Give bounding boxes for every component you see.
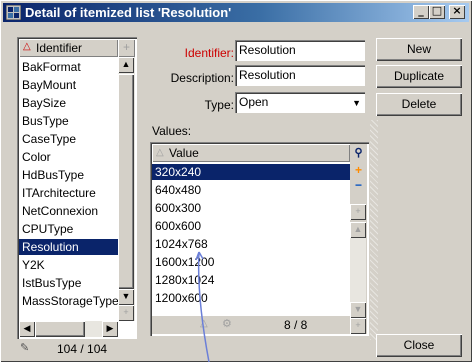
hatched-margin [370,120,378,340]
scroll-thumb[interactable] [118,74,134,289]
title-bar[interactable]: Detail of itemized list 'Resolution' _ □… [3,3,469,22]
values-scroll-down-icon[interactable]: ▼ [350,302,366,318]
values-status-bar: △ ⚙ 8 / 8 [152,316,350,334]
values-scroll-add-icon[interactable]: + [350,204,366,220]
identifier-list[interactable]: △ Identifier + BakFormat BayMount BaySize B… [17,37,137,339]
scroll-down-icon[interactable]: ▼ [118,289,134,305]
identifier-list-item[interactable]: Resolution [19,239,118,255]
identifier-list-item[interactable]: BusType [19,113,118,129]
value-list-item[interactable]: 1024x768 [152,236,350,252]
identifier-label: Identifier: [184,46,234,60]
description-label: Description: [170,71,234,85]
identifier-list-item[interactable]: Color [19,149,118,165]
remove-value-icon[interactable]: − [352,179,365,192]
values-counter: 8 / 8 [284,318,308,332]
values-scroll-up-icon[interactable]: ▲ [350,222,366,238]
close-button[interactable]: Close [376,334,462,357]
record-icon: ✎ [20,342,30,354]
type-select-value: Open [239,95,269,109]
scroll-up-icon[interactable]: ▲ [118,57,134,73]
identifier-hscrollbar[interactable]: ◀ ▶ [19,321,118,337]
identifier-list-item[interactable]: CPUType [19,221,118,237]
values-side-toolbar: ⚲ + − + ▲ ▼ + [350,144,367,334]
value-list-item[interactable]: 1280x1024 [152,272,350,288]
close-button-label: Close [403,338,435,352]
sort-indicator-icon: △ [23,41,31,52]
identifier-list-item[interactable]: BaySize [19,95,118,111]
identifier-field-value: Resolution [239,43,296,57]
scroll-right-icon[interactable]: ▶ [102,321,118,337]
value-list-item[interactable]: 600x600 [152,218,350,234]
annotation-arrow-icon [195,251,210,363]
value-list-item[interactable]: 320x240 [152,164,350,180]
type-label: Type: [204,98,234,112]
identifier-list-item[interactable]: IstBusType [19,275,118,291]
delete-button-label: Delete [401,97,437,111]
minimize-button[interactable]: _ [413,5,429,19]
identifier-header-label: Identifier [36,41,83,55]
values-label: Values: [152,124,192,138]
values-scroll-track[interactable] [350,238,366,302]
identifier-scrollbar[interactable]: ▲ ▼ + [118,57,135,321]
add-identifier-button[interactable]: + [118,39,135,57]
chevron-down-icon[interactable]: ▼ [352,95,361,112]
identifier-list-item[interactable]: BayMount [19,77,118,93]
delete-button[interactable]: Delete [376,93,462,116]
detail-window: Detail of itemized list 'Resolution' _ □… [0,0,472,363]
values-list[interactable]: △ Value 320x240 640x480 600x300 600x600 1024… [150,142,369,336]
sort-indicator-icon: △ [156,147,164,158]
identifier-column-header[interactable]: △ Identifier [19,39,118,57]
identifier-list-item[interactable]: HdBusType [19,167,118,183]
scroll-add-icon[interactable]: + [118,305,134,321]
identifier-status-bar: ✎ 104 / 104 [17,340,137,357]
identifier-list-item[interactable]: BakFormat [19,59,118,75]
value-list-item[interactable]: 640x480 [152,182,350,198]
duplicate-button[interactable]: Duplicate [376,65,462,88]
new-button[interactable]: New [376,38,462,61]
values-scroll-plus-icon[interactable]: + [350,318,366,334]
scroll-left-icon[interactable]: ◀ [19,321,35,337]
type-select[interactable]: Open ▼ [235,92,365,113]
value-header-label: Value [169,146,199,160]
close-window-button[interactable]: × [449,5,465,19]
window-title: Detail of itemized list 'Resolution' [25,5,232,20]
identifier-list-item[interactable]: NetConnexion [19,203,118,219]
identifier-counter: 104 / 104 [57,342,108,356]
description-field[interactable]: Resolution [235,65,365,86]
maximize-button[interactable]: □ [429,5,445,19]
value-list-item[interactable]: 1200x600 [152,290,350,306]
value-list-item[interactable]: 1600x1200 [152,254,350,270]
new-button-label: New [406,42,431,56]
value-list-item[interactable]: 600x300 [152,200,350,216]
app-icon [6,5,21,20]
description-field-value: Resolution [239,68,296,82]
duplicate-button-label: Duplicate [393,69,445,83]
identifier-field[interactable]: Resolution [235,40,365,61]
value-column-header[interactable]: △ Value [152,144,350,162]
identifier-list-item[interactable]: CaseType [19,131,118,147]
identifier-list-item[interactable]: MassStorageType [19,293,118,309]
identifier-list-item[interactable]: ITArchitecture [19,185,118,201]
hscroll-thumb[interactable] [35,321,85,337]
search-icon[interactable]: ⚲ [352,147,365,160]
filter-icon: ⚙ [222,318,232,330]
identifier-list-item[interactable]: Y2K [19,257,118,273]
add-value-icon[interactable]: + [352,164,365,177]
